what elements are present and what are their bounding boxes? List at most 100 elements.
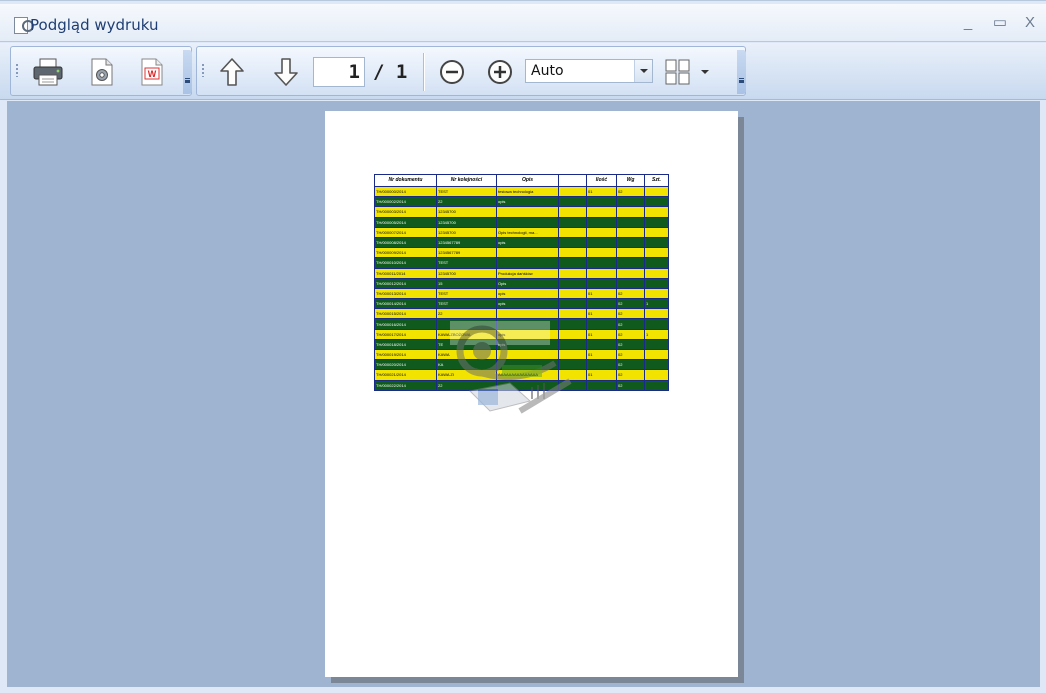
zoom-out-button[interactable] <box>435 55 469 89</box>
report-cell <box>644 348 669 361</box>
report-cell <box>616 216 645 228</box>
toolbar-overflow-button[interactable] <box>737 50 746 94</box>
report-cell: 1 <box>644 298 669 310</box>
zoom-select[interactable]: Auto <box>525 59 653 83</box>
report-cell: Produkcja dańśków <box>496 267 559 279</box>
report-row: TH/000003/2014 12345700 <box>374 206 669 218</box>
print-preview-icon <box>14 17 34 34</box>
report-row: TH/000002/2014 22 opis <box>374 196 669 208</box>
report-cell <box>496 216 559 228</box>
toolbar-group-navigation: 1 / 1 Auto <box>196 46 746 96</box>
report-cell <box>586 206 617 218</box>
report-cell: 01 <box>586 185 617 198</box>
report-cell <box>558 196 587 208</box>
report-cell <box>558 247 587 259</box>
report-cell <box>496 206 559 218</box>
preview-area[interactable]: Nr dokumentu Nr kolejności Opis Ilość Wg Szt.… <box>7 101 1040 687</box>
report-cell <box>558 216 587 228</box>
multi-page-icon <box>665 59 690 85</box>
next-page-button[interactable] <box>269 55 303 89</box>
preview-toolbar: W 1 / 1 Auto <box>0 43 1046 100</box>
report-column-header: Nr dokumentu <box>374 174 437 187</box>
report-cell: 01 <box>586 328 617 340</box>
report-cell <box>616 196 645 208</box>
report-cell <box>586 277 617 289</box>
maximize-button[interactable]: ▭ <box>990 14 1010 32</box>
report-cell <box>586 318 617 330</box>
report-cell <box>586 236 617 249</box>
report-column-header: Wg <box>616 174 645 187</box>
report-cell <box>616 226 645 238</box>
zoom-in-icon <box>488 60 512 84</box>
watermark-logo-icon <box>450 321 572 414</box>
page-settings-icon <box>91 58 113 86</box>
current-page-input[interactable]: 1 <box>313 57 365 87</box>
report-cell <box>644 267 669 279</box>
report-row: TH/000000/2014 TEST testowa technologia 01 0… <box>374 185 669 198</box>
zoom-in-button[interactable] <box>483 55 517 89</box>
report-row: TH/000007/2014 12345700 Opis technologii, … <box>374 226 669 238</box>
previous-page-button[interactable] <box>215 55 249 89</box>
zoom-value: Auto <box>531 63 564 79</box>
page-layout-button[interactable] <box>661 55 695 89</box>
report-cell: 02 <box>616 287 645 300</box>
report-row: TH/000010/2014 TEST <box>374 257 669 269</box>
report-cell <box>644 185 669 198</box>
report-cell <box>558 206 587 218</box>
report-cell: TH/000002/2014 <box>374 196 437 208</box>
report-column-header: Nr kolejności <box>436 174 497 187</box>
report-cell <box>644 196 669 208</box>
report-cell: 02 <box>616 359 645 371</box>
report-cell <box>644 359 669 371</box>
toolbar-grip[interactable] <box>202 63 204 77</box>
report-cell: TH/000010/2014 <box>374 257 437 269</box>
report-cell <box>586 379 617 391</box>
svg-text:W: W <box>148 69 157 79</box>
report-cell <box>586 216 617 228</box>
report-cell <box>586 338 617 351</box>
report-cell <box>616 257 645 269</box>
page-layout-dropdown[interactable] <box>697 55 713 89</box>
printer-icon <box>33 58 63 86</box>
report-cell: TH/000012/2014 <box>374 277 437 289</box>
minimize-button[interactable]: _ <box>958 14 978 32</box>
close-button[interactable]: X <box>1020 14 1040 32</box>
print-preview-window: Podgląd wydruku _ ▭ X W 1 / 1 Auto Nr do… <box>0 0 1046 693</box>
report-cell <box>616 236 645 249</box>
report-cell: 22 <box>436 196 497 208</box>
report-column-header: Szt. <box>644 174 669 187</box>
report-cell: 02 <box>616 185 645 198</box>
report-cell <box>586 226 617 238</box>
report-cell: 12345700 <box>436 226 497 238</box>
report-cell <box>616 206 645 218</box>
report-cell <box>586 257 617 269</box>
report-cell: TEST <box>436 257 497 269</box>
report-cell: Opis <box>496 277 559 289</box>
page-setup-button[interactable] <box>85 55 119 89</box>
report-cell <box>644 247 669 259</box>
report-cell <box>644 257 669 269</box>
report-cell <box>496 247 559 259</box>
report-cell <box>558 267 587 279</box>
export-button[interactable]: W <box>135 55 169 89</box>
report-row: TH/000011/2014 12345700 Produkcja dańśków <box>374 267 669 279</box>
chevron-down-icon[interactable] <box>634 60 652 82</box>
report-cell: TH/000009/2014 <box>374 247 437 259</box>
report-cell <box>616 267 645 279</box>
report-cell: 1 <box>644 328 669 340</box>
report-cell <box>644 226 669 238</box>
toolbar-overflow-button[interactable] <box>183 50 192 94</box>
print-button[interactable] <box>31 55 65 89</box>
report-cell <box>586 298 617 310</box>
report-cell <box>644 338 669 351</box>
toolbar-grip[interactable] <box>16 63 18 77</box>
report-cell <box>644 216 669 228</box>
report-cell: 12345700 <box>436 216 497 228</box>
report-cell <box>586 359 617 371</box>
report-cell <box>558 185 587 198</box>
title-bar: Podgląd wydruku _ ▭ X <box>0 4 1046 42</box>
report-cell <box>586 247 617 259</box>
report-cell: 1234567789 <box>436 247 497 259</box>
report-cell: 02 <box>616 338 645 351</box>
report-cell: TH/000007/2014 <box>374 226 437 238</box>
